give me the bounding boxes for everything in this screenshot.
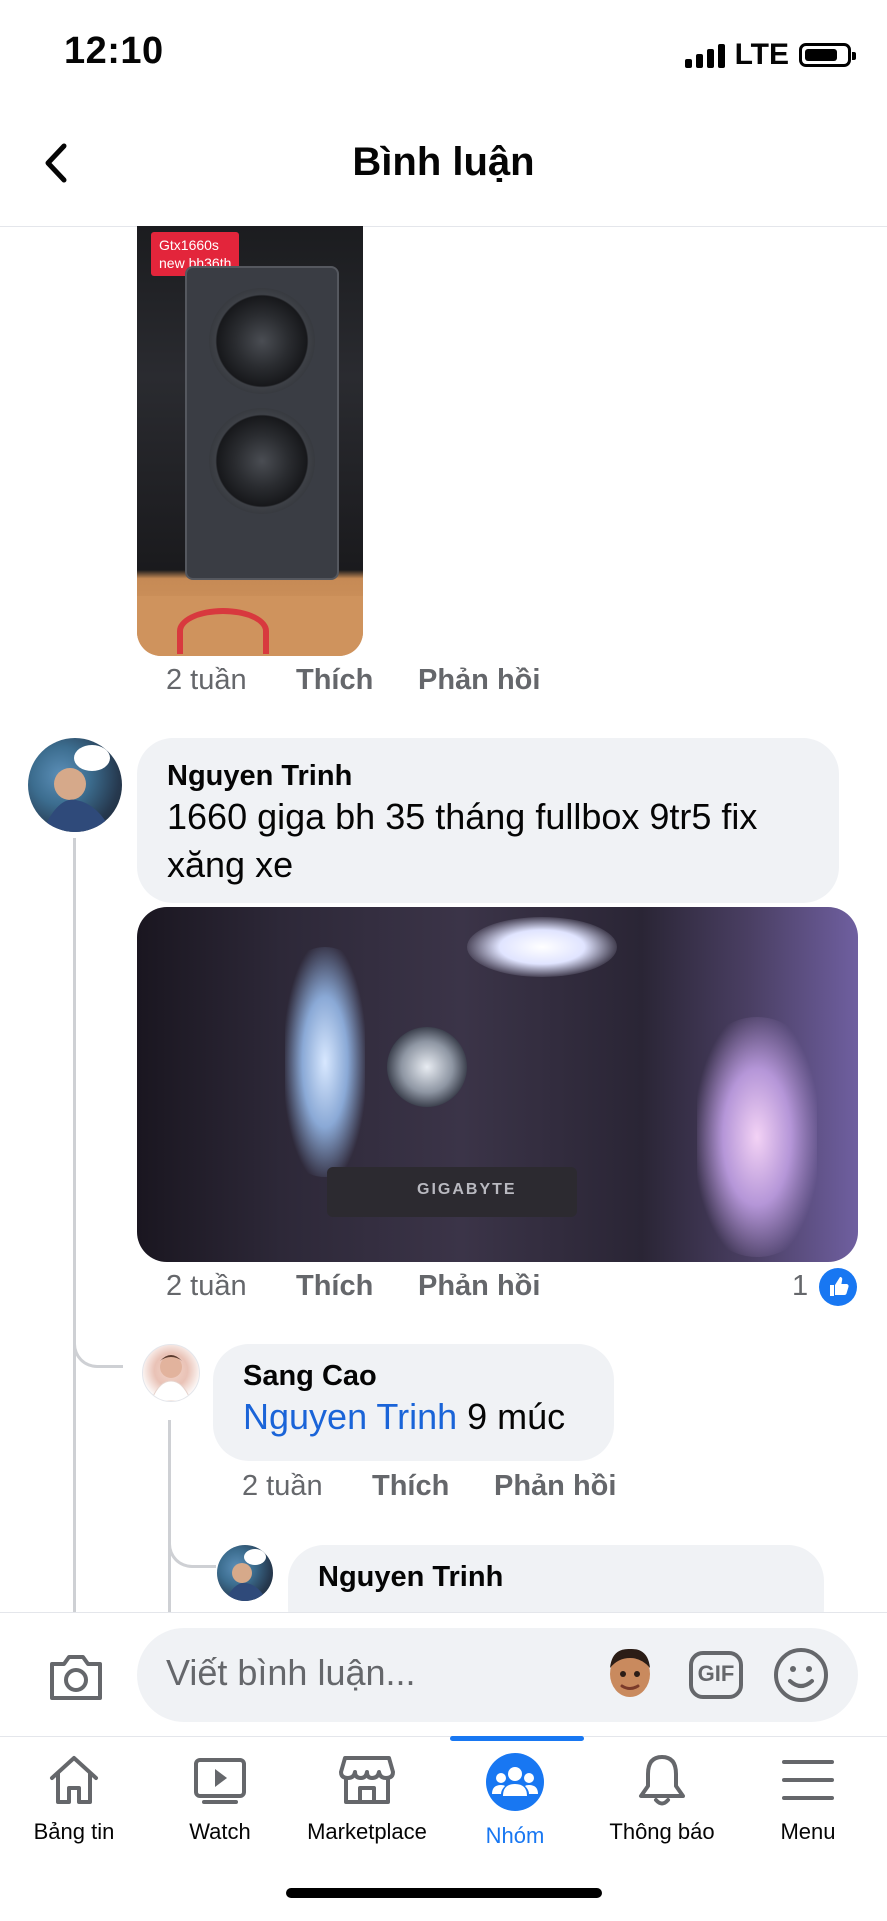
camera-icon [50,1655,102,1700]
status-time: 12:10 [64,30,164,72]
thread-line [73,838,76,1612]
reply-author[interactable]: Sang Cao [243,1360,584,1393]
tab-groups[interactable]: Nhóm [441,1752,589,1849]
tab-marketplace[interactable]: Marketplace [293,1752,441,1845]
emoji-button[interactable] [772,1646,830,1704]
home-icon [50,1756,98,1804]
active-tab-indicator [450,1736,584,1741]
tab-notifications[interactable]: Thông báo [588,1752,736,1845]
avatar-image [42,745,112,832]
tab-menu[interactable]: Menu [734,1752,882,1845]
light-shape [697,1017,817,1257]
like-link[interactable]: Thích [296,664,373,697]
status-indicators: LTE [684,38,856,72]
comment-time: 2 tuần [166,1270,247,1302]
reply-link[interactable]: Phản hồi [418,664,540,697]
fan-shape [209,288,315,394]
gif-label: GIF [697,1661,735,1686]
menu-icon [782,1760,834,1800]
fan-shape [209,408,315,514]
reply-link[interactable]: Phản hồi [494,1470,616,1503]
home-indicator [286,1888,602,1898]
network-type: LTE [734,38,789,71]
avatar-sticker-icon [610,1648,650,1697]
tab-label: Nhóm [485,1823,545,1848]
tab-label: Marketplace [307,1819,427,1844]
tab-news-feed[interactable]: Bảng tin [0,1752,148,1845]
page-title: Bình luận [352,140,535,184]
tab-label: Thông báo [609,1819,715,1844]
avatar-image [225,1549,267,1601]
reaction-count[interactable]: 1 [792,1270,808,1303]
groups-icon [486,1753,544,1811]
thread-line [168,1420,171,1612]
like-reaction-icon [819,1268,857,1306]
avatar-image [150,1355,192,1401]
comment-author[interactable]: Nguyen Trinh [167,760,809,793]
tab-watch[interactable]: Watch [146,1752,294,1845]
graphics-card-shape [185,266,339,580]
comment-bubble[interactable]: Nguyen Trinh 1660 giga bh 35 tháng fullb… [137,738,839,903]
comment-time: 2 tuần [166,664,247,696]
thread-connector [168,1520,216,1568]
avatar[interactable] [28,738,122,832]
avatar-sticker-button[interactable] [602,1644,658,1706]
box-logo-shape [177,608,269,654]
comment-photo-gpu[interactable]: Gtx1660s new bh36th [137,226,363,656]
signal-icon [684,42,725,68]
battery-icon [799,43,856,67]
reply-bubble[interactable]: Sang Cao Nguyen Trinh 9 múc [213,1344,614,1461]
reply-body: 9 múc [457,1396,566,1437]
cpu-cooler-shape [387,1027,467,1107]
thread-connector [73,1320,123,1368]
avatar[interactable] [217,1545,273,1601]
reply-text: Nguyen Trinh 9 múc [243,1393,584,1441]
header-divider [0,226,887,227]
reply-author[interactable]: Nguyen Trinh [318,1561,794,1594]
tab-label: Bảng tin [33,1819,115,1844]
bell-icon [639,1755,685,1806]
mention-link[interactable]: Nguyen Trinh [243,1396,457,1437]
comment-text: 1660 giga bh 35 tháng fullbox 9tr5 fix x… [167,796,758,885]
gif-button[interactable]: GIF [688,1648,744,1702]
light-shape [467,917,617,977]
light-shape [285,947,365,1177]
gpu-brand-text: GIGABYTE [417,1181,517,1198]
gpu-shape: GIGABYTE [327,1167,577,1217]
tab-label: Watch [189,1819,251,1844]
camera-button[interactable] [46,1648,106,1704]
marketplace-icon [339,1756,395,1804]
like-link[interactable]: Thích [296,1270,373,1303]
tab-label: Menu [780,1819,836,1844]
comment-photo-pc-build[interactable]: GIGABYTE [137,907,858,1262]
watch-icon [194,1758,246,1804]
reply-time: 2 tuần [242,1470,323,1502]
avatar[interactable] [142,1344,200,1402]
reply-link[interactable]: Phản hồi [418,1270,540,1303]
like-link[interactable]: Thích [372,1470,449,1503]
comment-input-placeholder: Viết bình luận... [166,1652,416,1693]
emoji-icon [774,1648,828,1702]
